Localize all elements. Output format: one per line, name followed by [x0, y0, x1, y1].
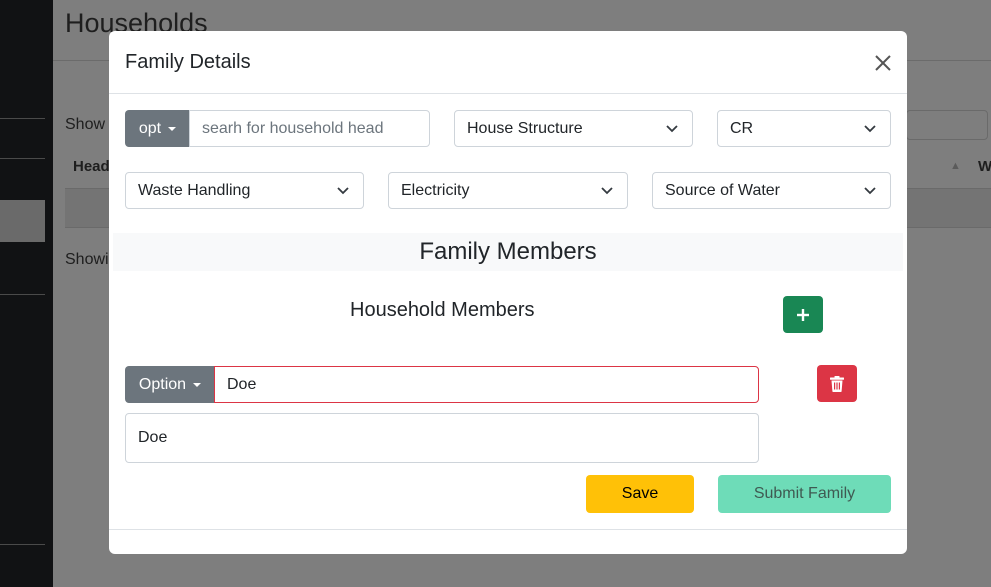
- sidebar-divider: [0, 544, 45, 545]
- table-header-w[interactable]: W: [978, 158, 991, 175]
- chevron-down-icon: [864, 187, 876, 195]
- chevron-down-icon: [601, 187, 613, 195]
- chevron-down-icon: [864, 125, 876, 133]
- showing-entries-label: Showi: [65, 251, 109, 268]
- family-details-modal: Family Details opt searh for household h…: [109, 31, 907, 554]
- save-button[interactable]: Save: [586, 475, 694, 513]
- chevron-down-icon: [337, 187, 349, 195]
- modal-title: Family Details: [125, 51, 251, 73]
- family-members-section: Family Members: [113, 233, 903, 271]
- table-search-input[interactable]: [906, 110, 988, 140]
- modal-header: Family Details: [109, 31, 907, 94]
- modal-footer-divider: [109, 529, 907, 530]
- member-option-label: Option: [138, 375, 187, 393]
- table-header-head[interactable]: Head: [73, 158, 110, 175]
- sidebar-divider: [0, 118, 45, 119]
- caret-down-icon: [168, 126, 177, 131]
- family-members-title: Family Members: [419, 238, 597, 265]
- electricity-select[interactable]: Electricity: [388, 172, 628, 209]
- sort-icon[interactable]: ▲: [950, 160, 961, 172]
- house-structure-select[interactable]: House Structure: [454, 110, 693, 147]
- close-icon[interactable]: [869, 49, 897, 77]
- waste-handling-select[interactable]: Waste Handling: [125, 172, 364, 209]
- submit-family-button[interactable]: Submit Family: [718, 475, 891, 513]
- household-members-label: Household Members: [350, 299, 535, 321]
- source-of-water-select[interactable]: Source of Water: [652, 172, 891, 209]
- sidebar-divider: [0, 158, 45, 159]
- add-member-button[interactable]: [783, 296, 823, 333]
- member-option-dropdown[interactable]: Option: [125, 366, 215, 403]
- delete-member-button[interactable]: [817, 365, 857, 402]
- search-option-label: opt: [138, 119, 162, 137]
- electricity-value: Electricity: [401, 181, 470, 199]
- waste-handling-value: Waste Handling: [138, 181, 251, 199]
- sidebar: [0, 0, 53, 587]
- household-head-search-input[interactable]: searh for household head: [189, 110, 430, 147]
- show-entries-label: Show: [65, 116, 106, 133]
- search-option-dropdown[interactable]: opt: [125, 110, 190, 147]
- cr-select[interactable]: CR: [717, 110, 891, 147]
- sidebar-divider: [0, 294, 45, 295]
- cr-value: CR: [730, 119, 754, 137]
- caret-down-icon: [193, 382, 202, 387]
- source-of-water-value: Source of Water: [665, 181, 781, 199]
- house-structure-value: House Structure: [467, 119, 583, 137]
- chevron-down-icon: [666, 125, 678, 133]
- sidebar-item-active[interactable]: [0, 200, 45, 242]
- trash-icon: [830, 375, 844, 392]
- member-name-input[interactable]: Doe: [214, 366, 759, 403]
- member-details-textarea[interactable]: Doe: [125, 413, 759, 463]
- plus-icon: [797, 308, 809, 321]
